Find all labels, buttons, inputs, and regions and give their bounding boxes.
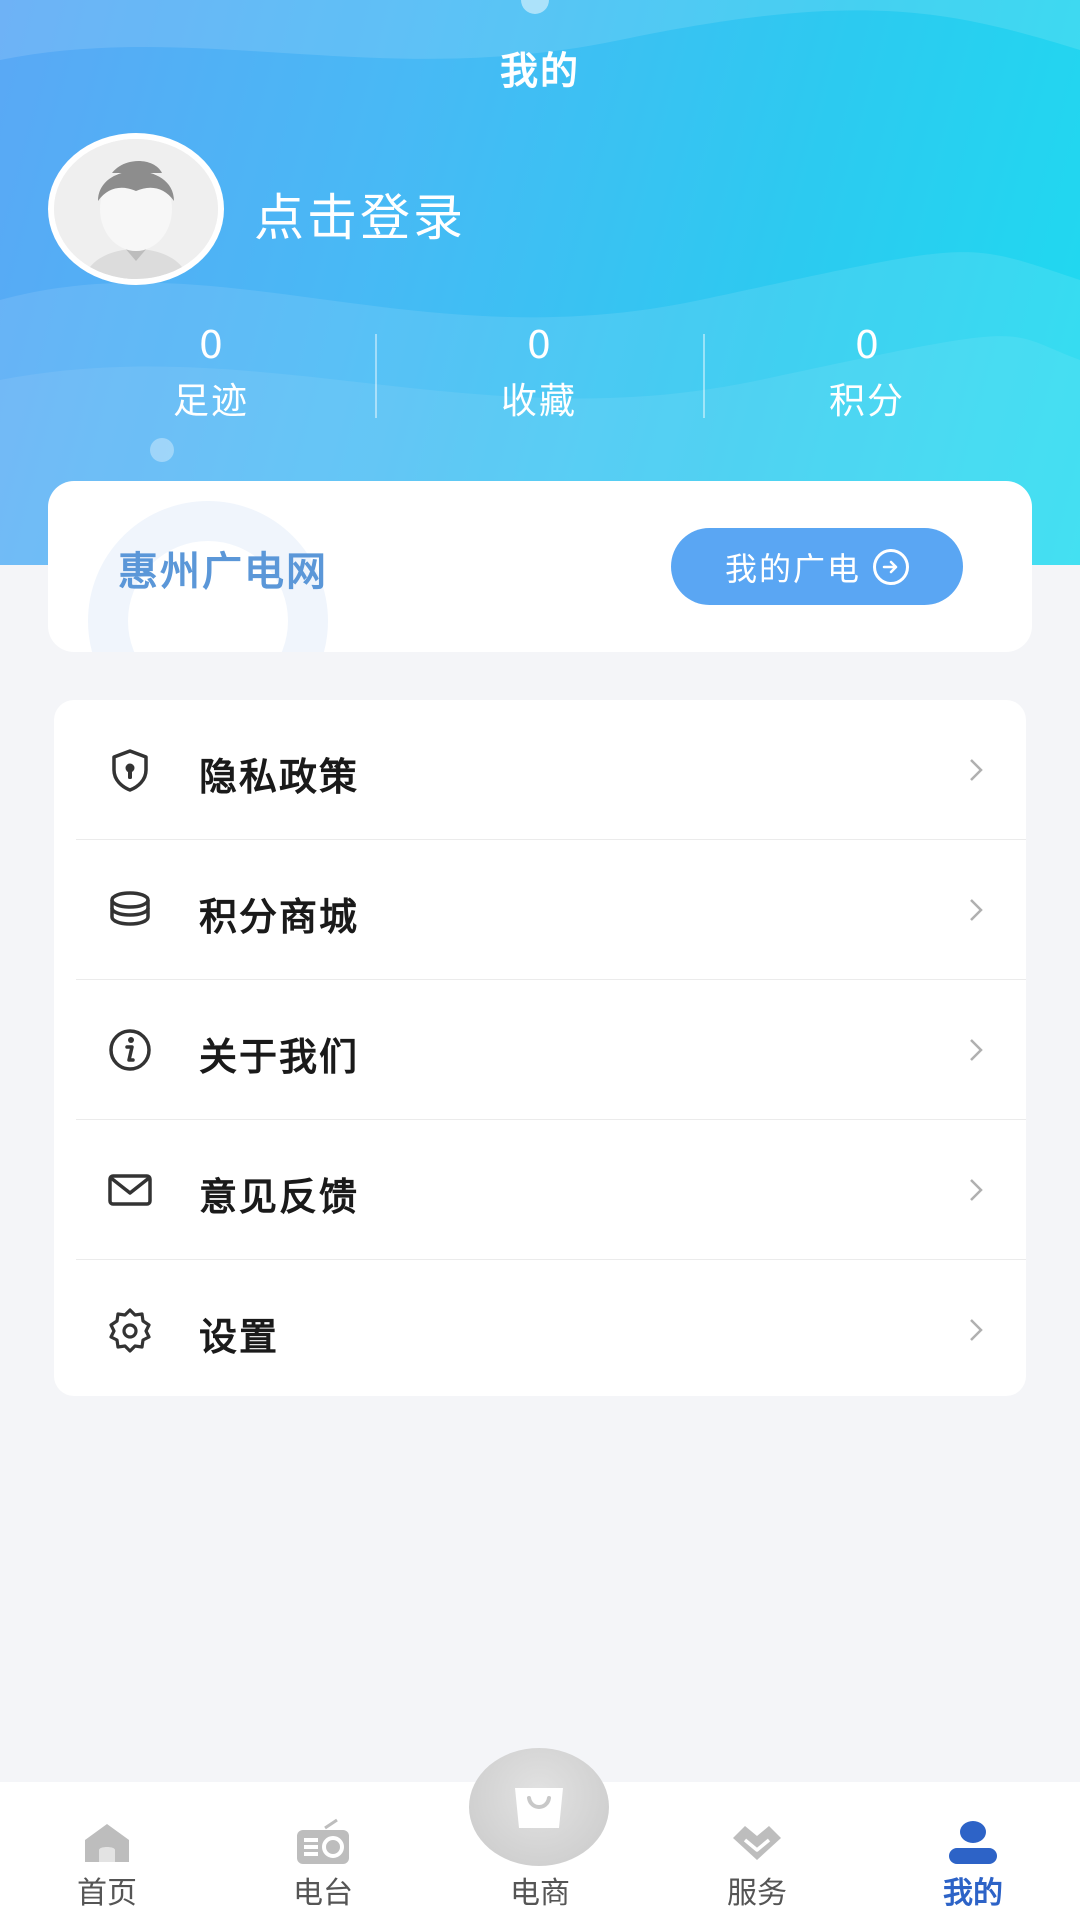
tab-home[interactable]: 首页 [32,1782,182,1920]
user-icon [949,1821,997,1864]
chevron-right-icon [970,1319,983,1341]
arrow-right-circle-icon [873,548,909,585]
stat-label: 足迹 [172,381,249,422]
stat-label: 收藏 [500,381,577,422]
stat-favorites[interactable]: 0 收藏 [439,320,639,432]
menu-item-points-mall[interactable]: 积分商城 [54,840,1026,980]
menu-item-label: 关于我们 [199,1035,360,1079]
home-icon [85,1824,129,1862]
tab-profile[interactable]: 我的 [898,1782,1048,1920]
stat-value: 0 [198,323,224,367]
stat-value: 0 [526,323,552,367]
tab-radio[interactable]: 电台 [248,1782,398,1920]
tab-label: 电商 [510,1876,570,1911]
gear-icon [109,1308,151,1353]
menu-item-feedback[interactable]: 意见反馈 [54,1120,1026,1260]
default-avatar-icon [54,139,218,279]
brand-card: 惠州广电网 我的广电 [48,481,1032,652]
menu-item-label: 积分商城 [199,895,360,939]
stat-label: 积分 [828,381,905,422]
shopping-bag-icon [515,1788,563,1828]
stat-divider [375,334,377,418]
chevron-right-icon [970,1179,983,1201]
ecommerce-center-button[interactable] [469,1748,609,1866]
handshake-icon [733,1826,781,1860]
stat-footprints[interactable]: 0 足迹 [111,320,311,432]
coin-stack-icon [110,891,150,926]
tab-label: 首页 [77,1876,137,1911]
chevron-right-icon [970,1039,983,1061]
menu-item-label: 隐私政策 [199,755,360,799]
stats-row: 0 足迹 0 收藏 0 积分 [0,320,1080,440]
menu-item-privacy-policy[interactable]: 隐私政策 [54,700,1026,840]
tab-label: 服务 [727,1876,787,1911]
my-guangdian-label: 我的广电 [724,549,861,588]
shield-lock-icon [112,749,148,792]
tab-label: 电台 [293,1876,353,1911]
my-guangdian-button[interactable]: 我的广电 [671,528,963,605]
mail-icon [108,1174,152,1206]
info-icon [109,1029,151,1071]
login-prompt[interactable]: 点击登录 [254,178,466,250]
menu-item-settings[interactable]: 设置 [54,1260,1026,1396]
stat-points[interactable]: 0 积分 [767,320,967,432]
radio-icon [297,1818,349,1864]
menu-item-label: 意见反馈 [199,1175,360,1219]
menu-item-label: 设置 [199,1315,280,1359]
chevron-right-icon [970,899,983,921]
brand-name: 惠州广电网 [118,549,328,595]
page-title: 我的 [499,49,580,93]
chevron-right-icon [970,759,983,781]
menu-item-about-us[interactable]: 关于我们 [54,980,1026,1120]
settings-menu: 隐私政策 积分商城 关于我们 意见反馈 设置 [54,700,1026,1396]
tab-label: 我的 [943,1876,1003,1911]
stat-value: 0 [854,323,880,367]
stat-divider [703,334,705,418]
avatar[interactable] [48,133,224,285]
tab-services[interactable]: 服务 [682,1782,832,1920]
